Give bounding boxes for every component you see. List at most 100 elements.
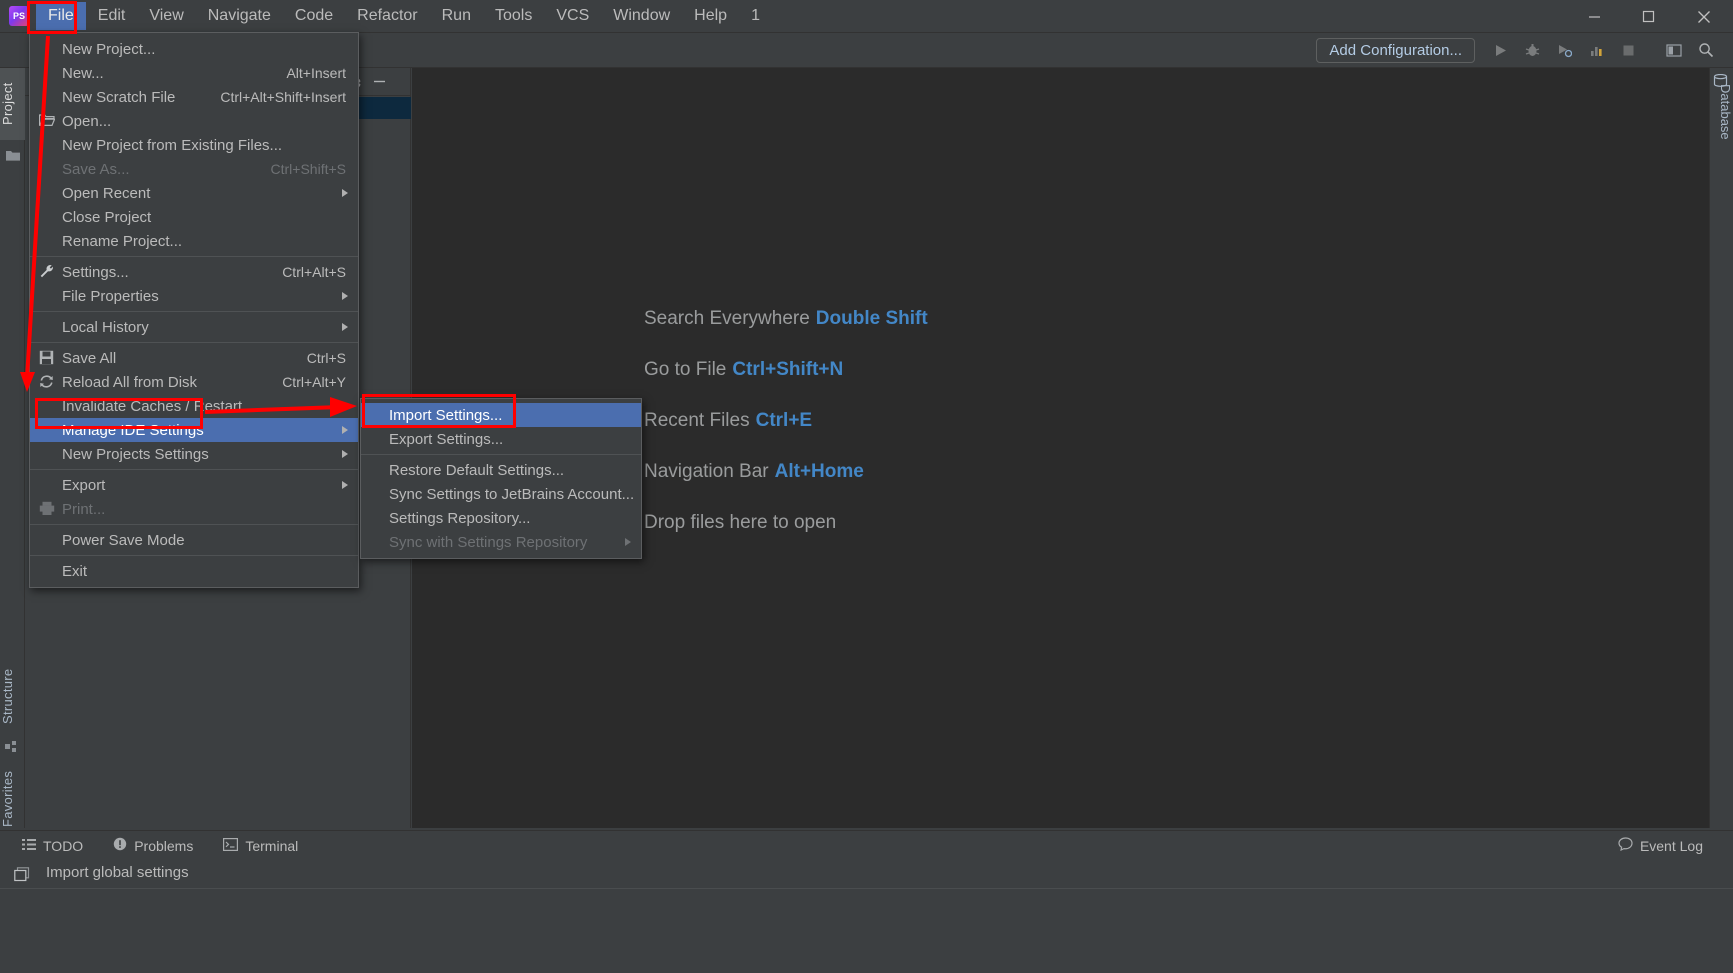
file-menu-item-new-scratch-file[interactable]: New Scratch File Ctrl+Alt+Shift+Insert	[30, 85, 358, 109]
file-menu-item-close-project[interactable]: Close Project	[30, 205, 358, 229]
file-menu-item-new-project-from-existing-files[interactable]: New Project from Existing Files...	[30, 133, 358, 157]
split-view-icon[interactable]	[1659, 37, 1689, 63]
file-menu-item-rename-project[interactable]: Rename Project...	[30, 229, 358, 253]
file-menu-item-settings[interactable]: Settings... Ctrl+Alt+S	[30, 260, 358, 284]
bottom-item-label: TODO	[43, 837, 84, 854]
run-icon[interactable]	[1485, 37, 1515, 63]
drop-files-hint: Drop files here to open	[644, 512, 837, 533]
file-menu-item-label: New Scratch File	[62, 88, 176, 106]
editor-hint-label: Search Everywhere	[644, 308, 810, 329]
file-menu-item-new-project[interactable]: New Project...	[30, 37, 358, 61]
status-bar: Import global settings CSDN @每天都进步一点点 PH…	[0, 860, 1733, 973]
window-minimize-button[interactable]	[1567, 0, 1621, 33]
folder-open-icon	[38, 113, 56, 129]
chevron-right-icon	[342, 189, 348, 197]
ide-window: PS File Edit View Navigate Code Refactor Run To…	[0, 0, 1733, 973]
editor-hint-row: Navigation Bar Alt+Home	[644, 461, 928, 483]
file-menu-item-shortcut: Alt+Insert	[286, 65, 346, 81]
list-icon	[22, 838, 36, 854]
hide-tool-window-icon[interactable]	[366, 71, 392, 93]
file-menu-item-export[interactable]: Export	[30, 473, 358, 497]
editor-hint-shortcut: Ctrl+Shift+N	[732, 359, 844, 380]
menubar-item-view[interactable]: View	[137, 2, 195, 30]
file-menu-item-label: New Project...	[62, 40, 156, 58]
debug-icon[interactable]	[1517, 37, 1547, 63]
file-menu-item-shortcut: Ctrl+Alt+S	[282, 264, 346, 280]
terminal-icon	[223, 837, 239, 854]
submenu-item-settings-repository[interactable]: Settings Repository...	[361, 506, 641, 530]
file-menu-item-exit[interactable]: Exit	[30, 559, 358, 583]
menubar-item-help[interactable]: Help	[682, 2, 739, 30]
stop-icon	[1613, 37, 1643, 63]
file-menu-item-label: Rename Project...	[62, 232, 183, 250]
file-menu-item-power-save-mode[interactable]: Power Save Mode	[30, 528, 358, 552]
chevron-right-icon	[342, 426, 348, 434]
file-menu-item-shortcut: Ctrl+S	[306, 350, 346, 366]
file-menu-separator	[30, 342, 358, 343]
submenu-item-sync-settings-to-jetbrains-account[interactable]: Sync Settings to JetBrains Account...	[361, 482, 641, 506]
submenu-item-restore-default-settings[interactable]: Restore Default Settings...	[361, 458, 641, 482]
file-menu-separator	[30, 256, 358, 257]
reload-icon	[39, 374, 55, 390]
event-log-button[interactable]: Event Log	[1618, 837, 1703, 854]
file-menu-item-open-recent[interactable]: Open Recent	[30, 181, 358, 205]
menubar-item-vcs[interactable]: VCS	[544, 2, 601, 30]
submenu-separator	[361, 454, 641, 455]
file-menu-separator	[30, 469, 358, 470]
project-folder-icon[interactable]	[5, 148, 21, 164]
file-menu-item-save-as: Save As... Ctrl+Shift+S	[30, 157, 358, 181]
file-menu-popup[interactable]: New Project... New... Alt+Insert New Scratc…	[29, 32, 359, 588]
profile-icon[interactable]	[1581, 37, 1611, 63]
file-menu-separator	[30, 524, 358, 525]
event-log-label: Event Log	[1639, 837, 1703, 854]
window-close-button[interactable]	[1675, 0, 1733, 33]
bottom-item-label: Problems	[134, 837, 194, 854]
sidebar-item-database[interactable]: Database	[1709, 78, 1733, 146]
printer-icon	[39, 501, 55, 517]
add-configuration-button[interactable]: Add Configuration...	[1316, 37, 1475, 63]
annotation-box-manage-ide-settings	[35, 398, 203, 429]
file-menu-item-reload-all-from-disk[interactable]: Reload All from Disk Ctrl+Alt+Y	[30, 370, 358, 394]
file-menu-item-local-history[interactable]: Local History	[30, 315, 358, 339]
file-menu-item-label: Exit	[62, 562, 88, 580]
sidebar-item-project[interactable]: Project	[0, 68, 25, 140]
menubar-item-run[interactable]: Run	[430, 2, 483, 30]
structure-icon[interactable]	[5, 740, 21, 756]
chevron-right-icon	[342, 292, 348, 300]
file-menu-item-new[interactable]: New... Alt+Insert	[30, 61, 358, 85]
menubar-item-window[interactable]: Window	[601, 2, 682, 30]
database-icon[interactable]	[1713, 73, 1729, 88]
run-coverage-icon[interactable]	[1549, 37, 1579, 63]
chevron-right-icon	[342, 450, 348, 458]
sidebar-item-favorites[interactable]: Favorites	[0, 758, 25, 840]
submenu-item-label: Sync Settings to JetBrains Account...	[389, 485, 635, 503]
window-maximize-button[interactable]	[1621, 0, 1675, 33]
submenu-item-label: Sync with Settings Repository	[389, 533, 588, 551]
menubar-item-edit[interactable]: Edit	[86, 2, 138, 30]
file-menu-item-label: Power Save Mode	[62, 531, 185, 549]
file-menu-item-new-projects-settings[interactable]: New Projects Settings	[30, 442, 358, 466]
editor-hint-shortcut: Alt+Home	[774, 461, 864, 482]
bottom-item-label: Terminal	[245, 837, 299, 854]
file-menu-item-label: New Projects Settings	[62, 445, 209, 463]
bottom-item-problems[interactable]: Problems	[113, 837, 193, 854]
file-menu-item-shortcut: Ctrl+Shift+S	[270, 161, 346, 177]
sidebar-item-structure[interactable]: Structure	[0, 658, 25, 734]
bottom-item-terminal[interactable]: Terminal	[223, 838, 298, 854]
file-menu-item-open[interactable]: Open...	[30, 109, 358, 133]
submenu-item-export-settings[interactable]: Export Settings...	[361, 427, 641, 451]
file-menu-item-save-all[interactable]: Save All Ctrl+S	[30, 346, 358, 370]
editor-hint-label: Recent Files	[644, 410, 750, 431]
menubar-item-code[interactable]: Code	[283, 2, 345, 30]
search-icon[interactable]	[1691, 37, 1721, 63]
menubar-item-tools[interactable]: Tools	[483, 2, 544, 30]
file-menu-item-label: New...	[62, 64, 104, 82]
menubar-item-refactor[interactable]: Refactor	[345, 2, 429, 30]
save-icon	[39, 350, 55, 366]
bottom-item-todo[interactable]: TODO	[22, 838, 83, 854]
submenu-item-sync-with-settings-repository: Sync with Settings Repository	[361, 530, 641, 554]
menubar-item-navigate[interactable]: Navigate	[196, 2, 283, 30]
window-icon[interactable]	[14, 867, 30, 883]
submenu-item-label: Restore Default Settings...	[389, 461, 565, 479]
file-menu-item-file-properties[interactable]: File Properties	[30, 284, 358, 308]
